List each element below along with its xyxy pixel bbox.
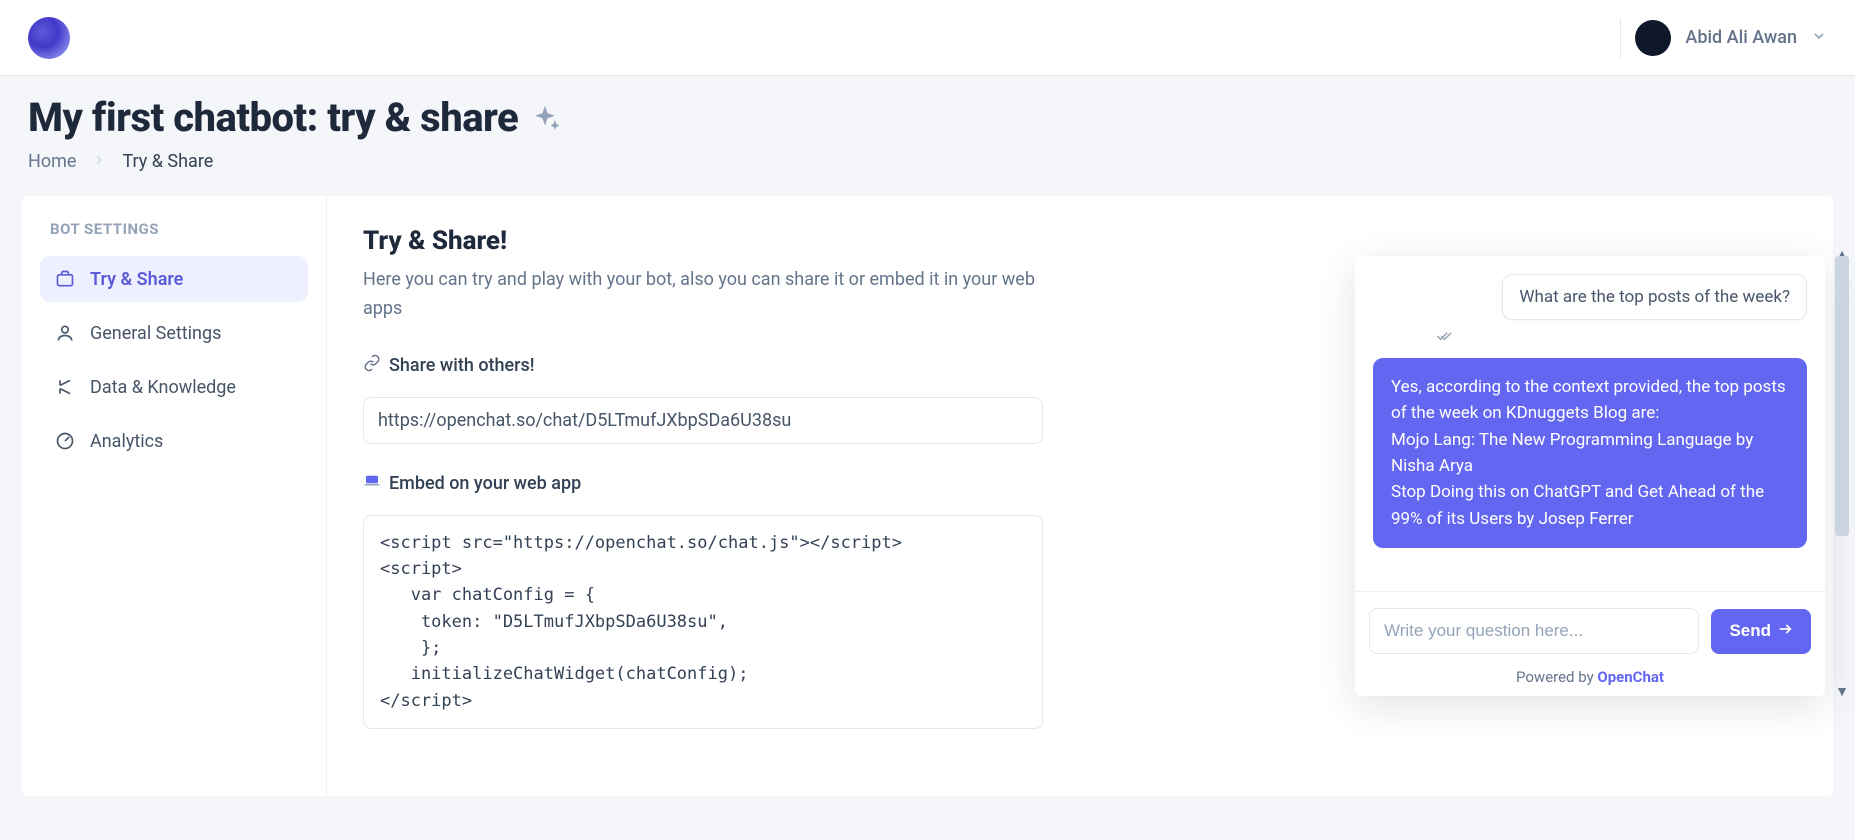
powered-prefix: Powered by bbox=[1516, 668, 1597, 686]
main-panel: Try & Share! Here you can try and play w… bbox=[327, 196, 1833, 796]
breadcrumb-current: Try & Share bbox=[122, 151, 213, 172]
sidebar: BOT SETTINGS Try & Share General Setting… bbox=[22, 196, 327, 796]
divider bbox=[1620, 18, 1621, 58]
sidebar-item-label: General Settings bbox=[90, 323, 221, 344]
top-bar: Abid Ali Awan bbox=[0, 0, 1855, 76]
user-icon bbox=[54, 322, 76, 344]
sidebar-item-analytics[interactable]: Analytics bbox=[40, 418, 308, 464]
username-label: Abid Ali Awan bbox=[1685, 27, 1797, 48]
sidebar-item-label: Try & Share bbox=[90, 269, 183, 290]
powered-brand[interactable]: OpenChat bbox=[1597, 668, 1664, 686]
share-url-field[interactable]: https://openchat.so/chat/D5LTmufJXbpSDa6… bbox=[363, 397, 1043, 444]
send-button-label: Send bbox=[1729, 621, 1771, 641]
send-button[interactable]: Send bbox=[1711, 609, 1811, 654]
sidebar-item-try-share[interactable]: Try & Share bbox=[40, 256, 308, 302]
arrow-right-icon bbox=[1777, 621, 1793, 642]
page-title-text: My first chatbot: try & share bbox=[28, 94, 518, 141]
chat-user-message: What are the top posts of the week? bbox=[1502, 274, 1807, 320]
laptop-icon bbox=[363, 472, 381, 495]
embed-label: Embed on your web app bbox=[389, 473, 581, 494]
powered-by: Powered by OpenChat bbox=[1355, 662, 1825, 696]
sparkle-icon bbox=[528, 94, 562, 141]
section-subtitle: Here you can try and play with your bot,… bbox=[363, 266, 1053, 324]
user-menu[interactable]: Abid Ali Awan bbox=[1620, 18, 1827, 58]
page-title: My first chatbot: try & share bbox=[28, 94, 1827, 141]
link-icon bbox=[363, 354, 381, 377]
app-logo[interactable] bbox=[28, 17, 70, 59]
chevron-down-icon[interactable] bbox=[1811, 28, 1827, 48]
breadcrumb: Home Try & Share bbox=[28, 151, 1827, 172]
sidebar-item-data-knowledge[interactable]: Data & Knowledge bbox=[40, 364, 308, 410]
section-title: Try & Share! bbox=[363, 226, 1797, 256]
double-check-icon bbox=[1433, 328, 1807, 348]
avatar[interactable] bbox=[1635, 20, 1671, 56]
embed-code-field[interactable]: <script src="https://openchat.so/chat.js… bbox=[363, 515, 1043, 729]
chevron-right-icon bbox=[92, 151, 106, 172]
chat-input[interactable] bbox=[1369, 608, 1699, 654]
scroll-down-icon[interactable]: ▼ bbox=[1835, 683, 1849, 700]
scrollbar[interactable] bbox=[1835, 256, 1849, 536]
briefcase-icon bbox=[54, 268, 76, 290]
breadcrumb-home[interactable]: Home bbox=[28, 151, 76, 172]
sidebar-item-general-settings[interactable]: General Settings bbox=[40, 310, 308, 356]
sidebar-item-label: Data & Knowledge bbox=[90, 377, 236, 398]
sidebar-heading: BOT SETTINGS bbox=[40, 220, 308, 238]
chat-bot-message: Yes, according to the context provided, … bbox=[1373, 358, 1807, 548]
sidebar-item-label: Analytics bbox=[90, 431, 163, 452]
branch-icon bbox=[54, 376, 76, 398]
share-label: Share with others! bbox=[389, 355, 535, 376]
page-header: My first chatbot: try & share Home Try &… bbox=[0, 76, 1855, 196]
chat-widget: ▲ What are the top posts of the week? Ye… bbox=[1355, 256, 1825, 696]
gauge-icon bbox=[54, 430, 76, 452]
